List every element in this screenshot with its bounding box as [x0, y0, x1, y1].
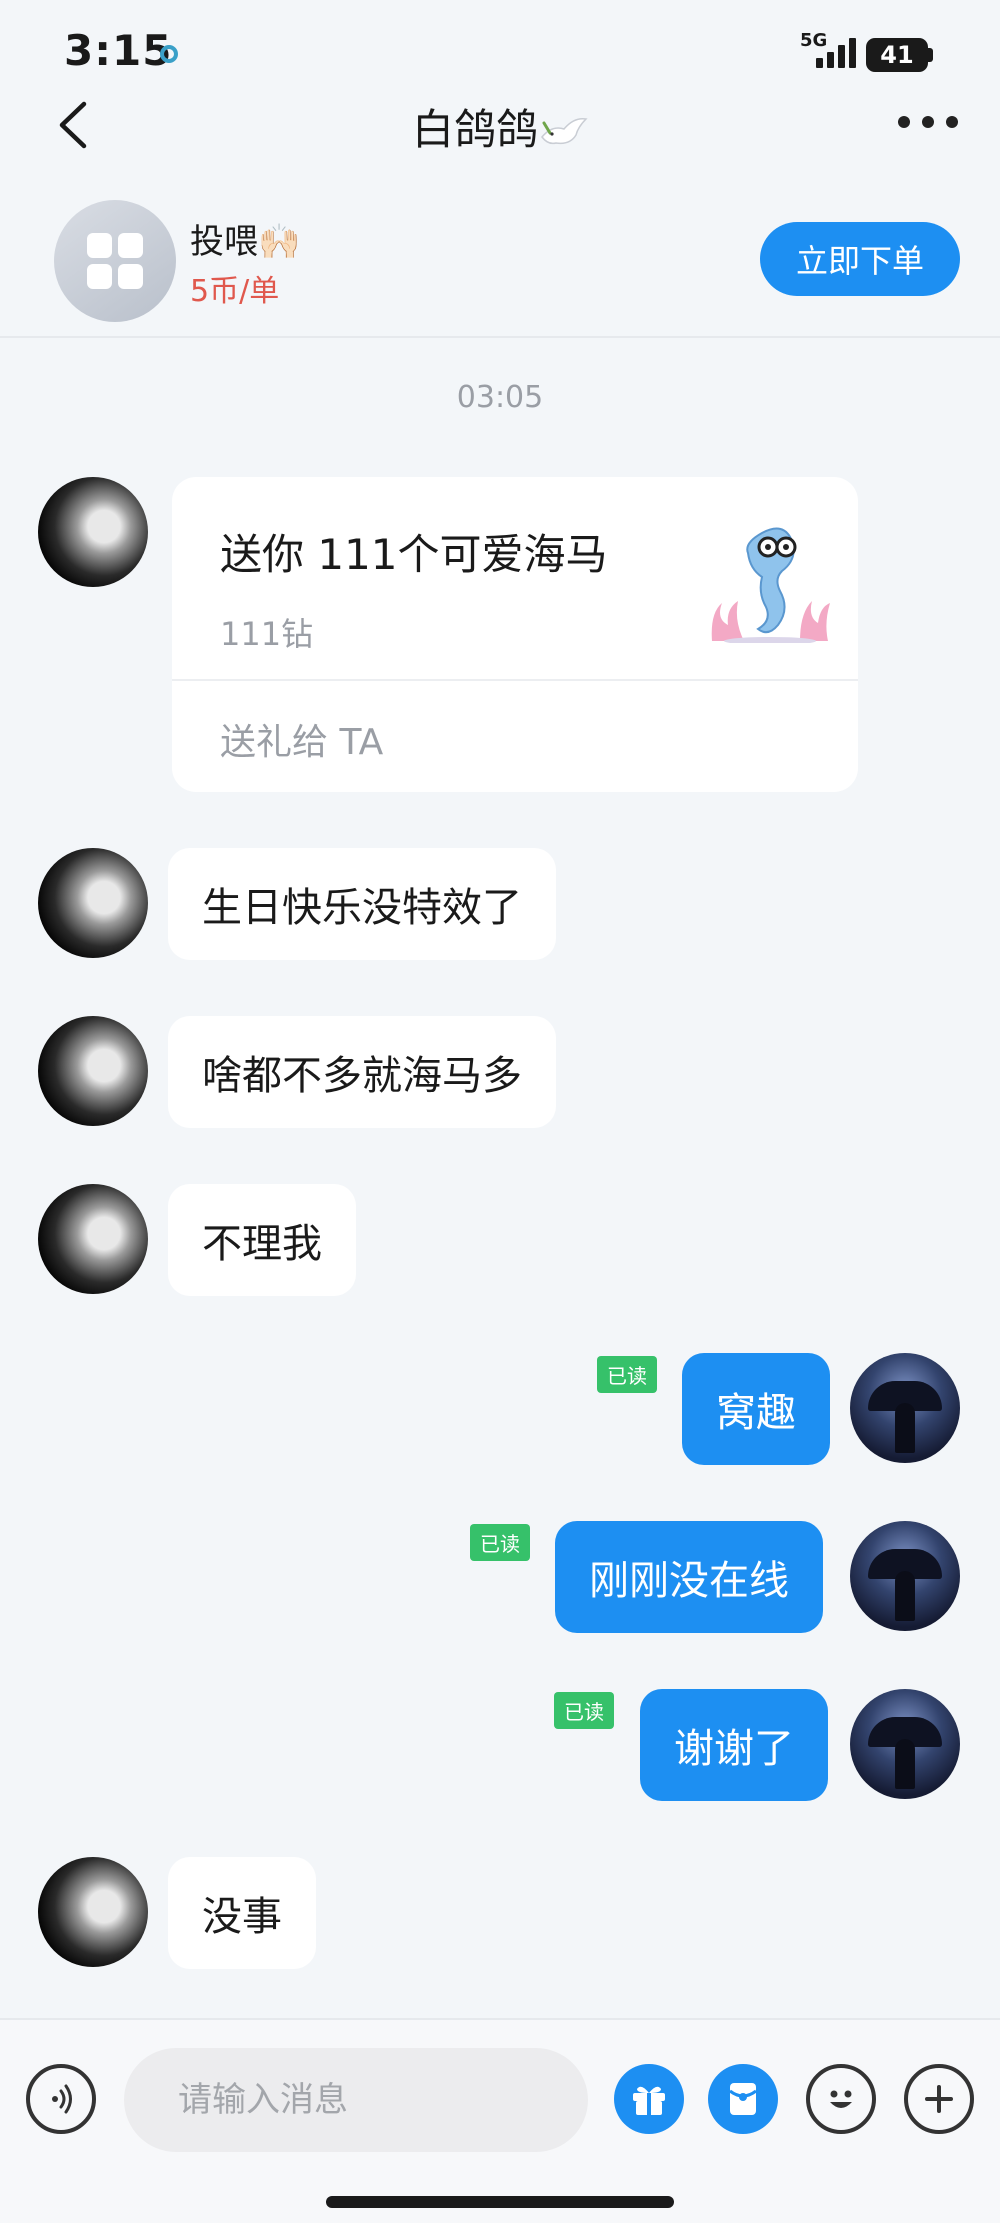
gift-button[interactable]: [614, 2064, 684, 2134]
message-bubble[interactable]: 窝趣: [682, 1353, 830, 1465]
message-bubble[interactable]: 没事: [168, 1857, 316, 1969]
more-options-icon[interactable]: [898, 116, 958, 130]
notification-dot-icon: [160, 45, 178, 63]
service-name: 投喂🙌🏻: [190, 222, 301, 262]
apps-icon: [87, 233, 143, 289]
contact-name: 白鸽鸽: [411, 105, 538, 154]
chat-title: 白鸽鸽: [0, 96, 1000, 157]
message-bubble[interactable]: 刚刚没在线: [555, 1521, 823, 1633]
signal-icon: [816, 34, 856, 68]
send-gift-link[interactable]: 送礼给 TA: [220, 713, 383, 765]
message-bubble[interactable]: 不理我: [168, 1184, 356, 1296]
service-avatar[interactable]: [54, 200, 176, 322]
gift-card[interactable]: 送你 111个可爱海马 111钻 送礼给 TA: [172, 477, 858, 792]
status-time: 3:15: [64, 26, 173, 75]
my-avatar[interactable]: [850, 1689, 960, 1799]
red-packet-button[interactable]: [708, 2064, 778, 2134]
more-actions-button[interactable]: [904, 2064, 974, 2134]
service-price: 5币/单: [190, 274, 280, 309]
dove-icon: [541, 117, 588, 144]
contact-avatar[interactable]: [38, 1184, 148, 1294]
my-avatar[interactable]: [850, 1521, 960, 1631]
gift-divider: [172, 679, 858, 681]
contact-avatar[interactable]: [38, 1857, 148, 1967]
battery-tip: [928, 48, 933, 62]
message-bubble[interactable]: 生日快乐没特效了: [168, 848, 556, 960]
message-input[interactable]: [124, 2048, 588, 2152]
read-badge: 已读: [554, 1692, 614, 1729]
chat-timestamp: 03:05: [456, 380, 544, 415]
voice-icon[interactable]: [26, 2064, 96, 2134]
order-now-button[interactable]: 立即下单: [760, 222, 960, 296]
gift-icon: [633, 2086, 665, 2115]
contact-avatar[interactable]: [38, 1016, 148, 1126]
read-badge: 已读: [597, 1356, 657, 1393]
red-packet-icon: [729, 2083, 757, 2115]
contact-avatar[interactable]: [38, 477, 148, 587]
my-avatar[interactable]: [850, 1353, 960, 1463]
emoji-button[interactable]: [806, 2064, 876, 2134]
home-indicator[interactable]: [326, 2196, 674, 2208]
contact-avatar[interactable]: [38, 848, 148, 958]
gift-title: 送你 111个可爱海马: [220, 530, 608, 579]
message-bubble[interactable]: 谢谢了: [640, 1689, 828, 1801]
gift-amount: 111钻: [220, 615, 314, 653]
seahorse-gift-icon: [711, 527, 830, 643]
read-badge: 已读: [470, 1524, 530, 1561]
battery-icon: 41: [866, 38, 928, 72]
emoji-icon: [830, 2090, 852, 2108]
plus-icon: [925, 2085, 953, 2113]
message-bubble[interactable]: 啥都不多就海马多: [168, 1016, 556, 1128]
sound-wave-icon: [52, 2084, 72, 2114]
